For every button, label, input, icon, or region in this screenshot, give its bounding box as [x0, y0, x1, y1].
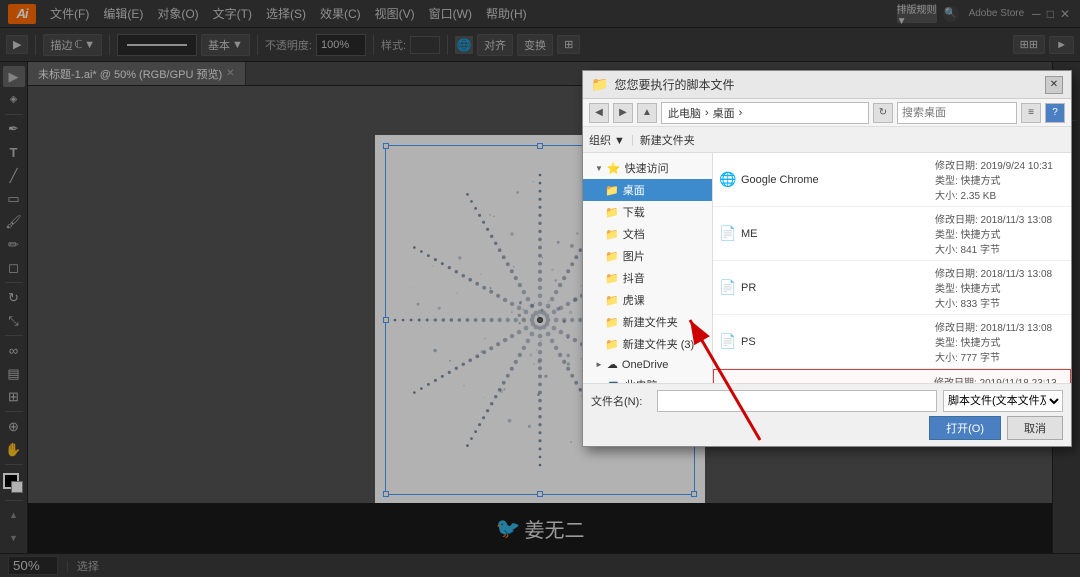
file-item[interactable]: 📄 PR修改日期: 2018/11/3 13:08类型: 快捷方式大小: 833 …	[713, 261, 1071, 315]
file-name: PS	[741, 336, 935, 348]
nav-up-btn[interactable]: ▲	[637, 103, 657, 123]
cancel-button[interactable]: 取消	[1007, 416, 1063, 440]
tree-item-onedrive[interactable]: ► ☁ OneDrive	[583, 355, 712, 374]
organize-btn[interactable]: 组织 ▼	[589, 132, 625, 148]
file-name: Google Chrome	[741, 174, 935, 186]
tree-item-newfolder3[interactable]: 📁 新建文件夹 (3)	[583, 333, 712, 355]
nav-back-btn[interactable]: ◀	[589, 103, 609, 123]
file-type-icon: 🌐	[719, 171, 737, 189]
tree-item-downloads[interactable]: 📁 下载	[583, 201, 712, 223]
file-list: 🌐 Google Chrome修改日期: 2019/9/24 10:31类型: 快…	[713, 153, 1071, 383]
filename-label: 文件名(N):	[591, 393, 651, 409]
dialog-nav: ◀ ▶ ▲ 此电脑 › 桌面 › ↻ ≡ ?	[583, 99, 1071, 127]
dialog-title: 您您要执行的脚本文件	[614, 76, 1039, 93]
footer-filename-row: 文件名(N): 脚本文件(文本文件及已编译文本文件)	[591, 390, 1063, 412]
tree-item-quick-access[interactable]: ▼ ⭐ 快速访问	[583, 157, 712, 179]
tree-item-huke[interactable]: 📁 虎课	[583, 289, 712, 311]
file-date: 修改日期: 2019/11/18 23:13类型: JavaScript 文件大…	[934, 374, 1064, 383]
tree-item-desktop[interactable]: 📁 桌面	[583, 179, 712, 201]
file-tree: ▼ ⭐ 快速访问 📁 桌面 📁 下载 📁 文档 📁	[583, 153, 713, 383]
dialog-body: ▼ ⭐ 快速访问 📁 桌面 📁 下载 📁 文档 📁	[583, 153, 1071, 383]
file-name: ME	[741, 228, 935, 240]
nav-search-input[interactable]	[897, 102, 1017, 124]
dialog-toolbar: 组织 ▼ | 新建文件夹	[583, 127, 1071, 153]
tree-item-pictures[interactable]: 📁 图片	[583, 245, 712, 267]
file-type-icon: 📄	[719, 333, 737, 351]
file-items-container: 🌐 Google Chrome修改日期: 2019/9/24 10:31类型: 快…	[713, 153, 1071, 383]
tree-item-this-pc[interactable]: ▼ 💻 此电脑	[583, 374, 712, 383]
footer-buttons: 打开(O) 取消	[591, 416, 1063, 440]
nav-help-btn[interactable]: ?	[1045, 103, 1065, 123]
nav-refresh-btn[interactable]: ↻	[873, 103, 893, 123]
new-folder-btn[interactable]: 新建文件夹	[640, 132, 695, 148]
nav-breadcrumb[interactable]: 此电脑 › 桌面 ›	[661, 102, 869, 124]
nav-view-btn[interactable]: ≡	[1021, 103, 1041, 123]
file-item[interactable]: 📄 ME修改日期: 2018/11/3 13:08类型: 快捷方式大小: 841 …	[713, 207, 1071, 261]
dialog-close-btn[interactable]: ✕	[1045, 76, 1063, 94]
tree-item-douyin[interactable]: 📁 抖音	[583, 267, 712, 289]
dialog-footer: 文件名(N): 脚本文件(文本文件及已编译文本文件) 打开(O) 取消	[583, 383, 1071, 446]
file-type-icon: 📄	[719, 225, 737, 243]
dialog-titlebar: 📁 您您要执行的脚本文件 ✕	[583, 71, 1071, 99]
file-item[interactable]: 📜RandomSwatchesFill (1).js修改日期: 2019/11/…	[713, 369, 1071, 383]
file-date: 修改日期: 2019/9/24 10:31类型: 快捷方式大小: 2.35 KB	[935, 157, 1065, 202]
nav-forward-btn[interactable]: ▶	[613, 103, 633, 123]
file-type-icon: 📄	[719, 279, 737, 297]
filename-input[interactable]	[657, 390, 937, 412]
open-button[interactable]: 打开(O)	[929, 416, 1001, 440]
dialog-overlay: 📁 您您要执行的脚本文件 ✕ ◀ ▶ ▲ 此电脑 › 桌面 › ↻ ≡ ? 组织…	[0, 0, 1080, 577]
file-date: 修改日期: 2018/11/3 13:08类型: 快捷方式大小: 777 字节	[935, 319, 1065, 364]
file-item[interactable]: 🌐 Google Chrome修改日期: 2019/9/24 10:31类型: 快…	[713, 153, 1071, 207]
file-item[interactable]: 📄 PS修改日期: 2018/11/3 13:08类型: 快捷方式大小: 777 …	[713, 315, 1071, 369]
filetype-select[interactable]: 脚本文件(文本文件及已编译文本文件)	[943, 390, 1063, 412]
file-dialog: 📁 您您要执行的脚本文件 ✕ ◀ ▶ ▲ 此电脑 › 桌面 › ↻ ≡ ? 组织…	[582, 70, 1072, 447]
file-date: 修改日期: 2018/11/3 13:08类型: 快捷方式大小: 841 字节	[935, 211, 1065, 256]
tree-item-documents[interactable]: 📁 文档	[583, 223, 712, 245]
file-name: PR	[741, 282, 935, 294]
file-date: 修改日期: 2018/11/3 13:08类型: 快捷方式大小: 833 字节	[935, 265, 1065, 310]
tree-item-newfolder[interactable]: 📁 新建文件夹	[583, 311, 712, 333]
